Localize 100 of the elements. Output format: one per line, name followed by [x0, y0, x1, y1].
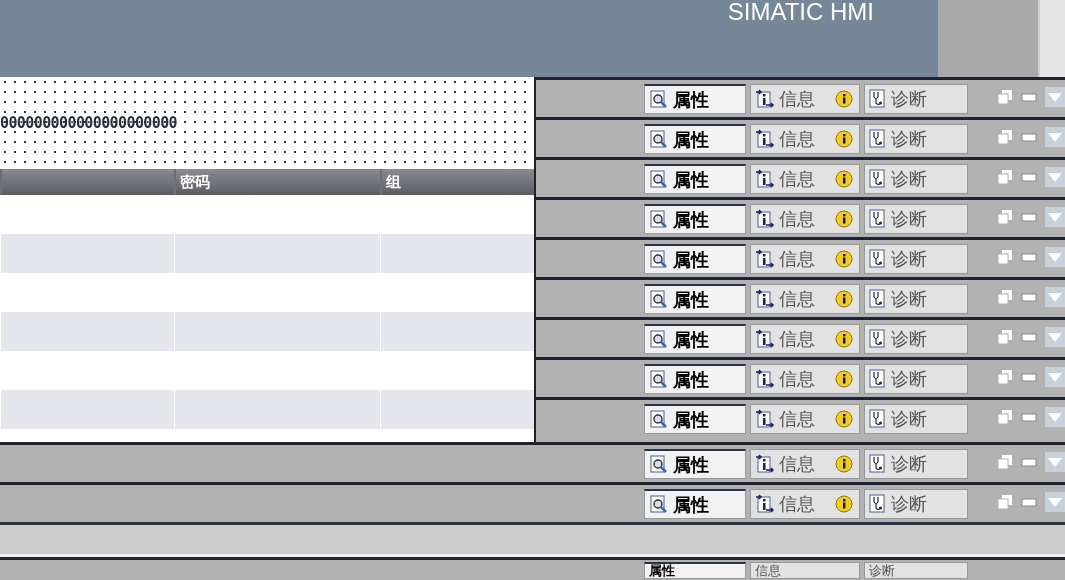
info-badge-icon [835, 130, 853, 148]
info-badge-icon [835, 250, 853, 268]
restore-icon[interactable] [997, 129, 1013, 145]
stethoscope-icon [869, 249, 887, 269]
dropdown-button[interactable] [1045, 367, 1065, 387]
inspector-tab[interactable]: 诊断 [864, 489, 968, 519]
inspector-tab[interactable]: 信息 [750, 284, 860, 314]
caret-icon [1048, 412, 1062, 422]
inspector-tab[interactable]: 信息 [750, 449, 860, 479]
magnifier-document-icon [649, 494, 669, 515]
inspector-tab[interactable]: 信息 [750, 244, 860, 274]
magnifier-document-icon [649, 289, 669, 310]
restore-icon[interactable] [997, 369, 1013, 385]
restore-icon[interactable] [997, 209, 1013, 225]
inspector-tab[interactable]: 诊断 [864, 244, 968, 274]
magnifier-document-icon [649, 209, 669, 230]
magnifier-document-icon [649, 169, 669, 190]
restore-icon[interactable] [997, 289, 1013, 305]
info-arrow-icon [755, 249, 775, 269]
inspector-tab[interactable]: 属性 [644, 364, 746, 394]
inspector-tab[interactable]: 属性 [644, 84, 746, 114]
restore-icon[interactable] [997, 249, 1013, 265]
scrollbar[interactable] [1038, 0, 1065, 77]
caret-icon [1048, 132, 1062, 142]
column-header: 组 [380, 169, 534, 195]
info-arrow-icon [755, 209, 775, 229]
inspector-tab[interactable]: 诊断 [864, 164, 968, 194]
inspector-tab[interactable]: 信息 [750, 489, 860, 519]
info-arrow-icon [755, 169, 775, 189]
dropdown-button[interactable] [1045, 167, 1065, 187]
minimize-icon[interactable] [1021, 132, 1037, 142]
inspector-tab[interactable]: 诊断 [864, 84, 968, 114]
number-field: 000000000000000000000 [0, 114, 178, 132]
info-arrow-icon [755, 289, 775, 309]
inspector-tab[interactable]: 信息 [750, 124, 860, 154]
caret-icon [1048, 332, 1062, 342]
inspector-tab[interactable]: 信息 [750, 562, 860, 579]
restore-icon[interactable] [997, 494, 1013, 510]
info-badge-icon [835, 455, 853, 473]
magnifier-document-icon [649, 249, 669, 270]
inspector-tab[interactable]: 属性 [644, 244, 746, 274]
info-arrow-icon [755, 454, 775, 474]
minimize-icon[interactable] [1021, 212, 1037, 222]
caret-icon [1048, 172, 1062, 182]
minimize-icon[interactable] [1021, 292, 1037, 302]
dropdown-button[interactable] [1045, 87, 1065, 107]
inspector-tab[interactable]: 属性 [644, 449, 746, 479]
inspector-tab[interactable]: 诊断 [864, 204, 968, 234]
minimize-icon[interactable] [1021, 372, 1037, 382]
inspector-tab[interactable]: 信息 [750, 204, 860, 234]
stethoscope-icon [869, 409, 887, 429]
inspector-tab[interactable]: 属性 [644, 164, 746, 194]
inspector-tab[interactable]: 信息 [750, 324, 860, 354]
dropdown-button[interactable] [1045, 407, 1065, 427]
minimize-icon[interactable] [1021, 172, 1037, 182]
inspector-tab[interactable]: 属性 [644, 404, 746, 434]
info-badge-icon [835, 170, 853, 188]
header-title: SIMATIC HMI [727, 0, 874, 24]
dropdown-button[interactable] [1045, 127, 1065, 147]
inspector-tab[interactable]: 属性 [644, 489, 746, 519]
dropdown-button[interactable] [1045, 247, 1065, 267]
inspector-tab[interactable]: 诊断 [864, 404, 968, 434]
minimize-icon[interactable] [1021, 497, 1037, 507]
inspector-tab[interactable]: 诊断 [864, 124, 968, 154]
stethoscope-icon [869, 494, 887, 514]
inspector-tab[interactable]: 信息 [750, 404, 860, 434]
restore-icon[interactable] [997, 89, 1013, 105]
inspector-tab[interactable]: 诊断 [864, 562, 968, 579]
caret-icon [1048, 92, 1062, 102]
inspector-tab[interactable]: 信息 [750, 84, 860, 114]
minimize-icon[interactable] [1021, 252, 1037, 262]
inspector-tab[interactable]: 诊断 [864, 284, 968, 314]
info-badge-icon [835, 90, 853, 108]
inspector-tab[interactable]: 诊断 [864, 449, 968, 479]
stethoscope-icon [869, 129, 887, 149]
inspector-tab[interactable]: 信息 [750, 164, 860, 194]
inspector-tab[interactable]: 诊断 [864, 324, 968, 354]
restore-icon[interactable] [997, 409, 1013, 425]
inspector-tab[interactable]: 属性 [644, 204, 746, 234]
inspector-tab[interactable]: 信息 [750, 364, 860, 394]
minimize-icon[interactable] [1021, 412, 1037, 422]
dropdown-button[interactable] [1045, 452, 1065, 472]
minimize-icon[interactable] [1021, 457, 1037, 467]
info-badge-icon [835, 330, 853, 348]
dropdown-button[interactable] [1045, 327, 1065, 347]
inspector-tab[interactable]: 属性 [644, 124, 746, 154]
minimize-icon[interactable] [1021, 92, 1037, 102]
inspector-tab[interactable]: 属性 [644, 324, 746, 354]
dropdown-button[interactable] [1045, 492, 1065, 512]
restore-icon[interactable] [997, 169, 1013, 185]
column-header: 密码 [174, 169, 380, 195]
restore-icon[interactable] [997, 454, 1013, 470]
minimize-icon[interactable] [1021, 332, 1037, 342]
inspector-tab[interactable]: 属性 [644, 562, 746, 579]
dropdown-button[interactable] [1045, 207, 1065, 227]
restore-icon[interactable] [997, 329, 1013, 345]
info-arrow-icon [755, 129, 775, 149]
inspector-tab[interactable]: 属性 [644, 284, 746, 314]
dropdown-button[interactable] [1045, 287, 1065, 307]
inspector-tab[interactable]: 诊断 [864, 364, 968, 394]
